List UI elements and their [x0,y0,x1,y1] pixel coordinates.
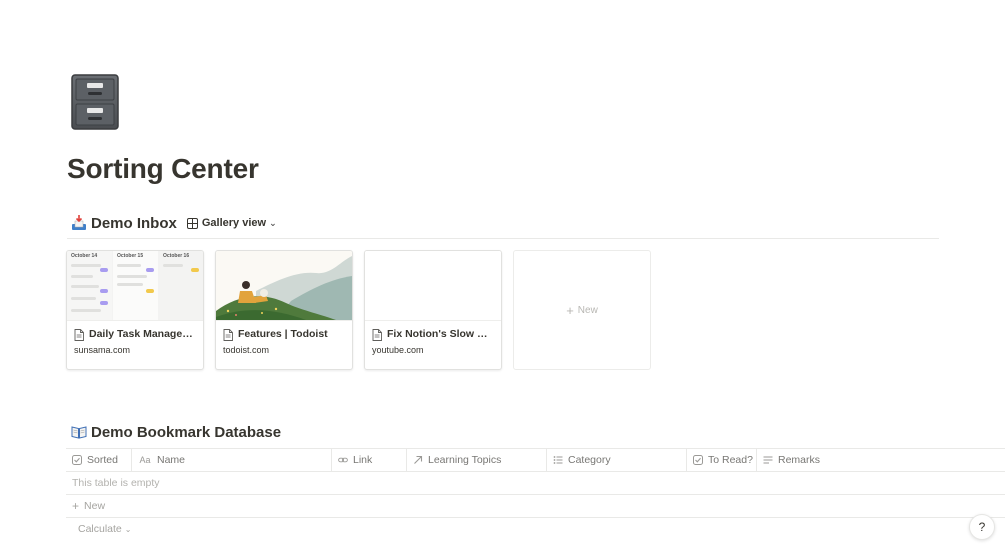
open-book-icon [71,424,87,440]
column-header-learning-topics[interactable]: Learning Topics [407,449,547,471]
gallery-card[interactable]: Fix Notion's Slow Sea... youtube.com [364,250,502,370]
help-button[interactable]: ? [969,514,995,540]
inbox-gallery: October 14 October 15 October 16 Daily T… [66,250,651,370]
cover-day-label: October 15 [117,253,144,259]
column-label: Name [157,454,186,466]
sunsama-calendar-cover: October 14 October 15 October 16 [67,251,203,321]
new-row-button[interactable]: + New [66,495,1005,518]
card-title: Fix Notion's Slow Sea... [387,328,494,340]
column-header-remarks[interactable]: Remarks [757,449,1005,471]
plus-icon: + [72,499,80,513]
column-header-name[interactable]: Aa Name [132,449,332,471]
bookmark-db-header: Demo Bookmark Database [71,421,281,443]
page-icon [223,328,233,341]
bookmark-db-title[interactable]: Demo Bookmark Database [91,424,281,441]
cover-day-label: October 14 [71,253,98,259]
inbox-divider [67,238,939,239]
column-label: Sorted [87,454,118,466]
card-url: youtube.com [372,345,424,355]
page-title[interactable]: Sorting Center [67,153,259,185]
page-icon [372,328,382,341]
inbox-tray-icon [71,215,87,231]
bookmark-table: Sorted Aa Name Link Learning Topics Cate… [66,448,1005,540]
column-header-category[interactable]: Category [547,449,687,471]
column-label: Link [353,454,373,466]
column-header-sorted[interactable]: Sorted [66,449,132,471]
column-header-to-read[interactable]: To Read? [687,449,757,471]
cover-day-label: October 16 [163,253,190,259]
file-cabinet-icon[interactable] [70,73,122,131]
card-title: Daily Task Manager &... [89,328,196,340]
gallery-view-label: Gallery view [201,217,267,229]
new-row-label: New [84,500,106,512]
chevron-down-icon: ⌄ [269,217,277,228]
card-url: sunsama.com [74,345,131,355]
card-url: todoist.com [223,345,270,355]
inbox-title[interactable]: Demo Inbox [91,215,177,232]
empty-table-message: This table is empty [66,472,1005,495]
new-card-label: New [577,304,598,316]
gallery-card[interactable]: Features | Todoist todoist.com [215,250,353,370]
column-header-link[interactable]: Link [332,449,407,471]
column-label: Remarks [778,454,821,466]
table-header-row: Sorted Aa Name Link Learning Topics Cate… [66,449,1005,472]
blank-cover [365,251,501,321]
calculate-button[interactable]: Calculate ⌄ [66,518,1005,540]
gallery-view-icon [186,217,198,229]
chevron-down-icon: ⌄ [124,524,132,534]
text-icon: Aa [139,455,151,465]
new-card-button[interactable]: + New [513,250,651,370]
gallery-view-switcher[interactable]: Gallery view ⌄ [186,217,277,229]
column-label: Learning Topics [428,454,502,466]
checkbox-icon [72,455,82,465]
plus-icon: + [566,302,574,318]
relation-arrow-icon [413,455,423,465]
column-label: Category [568,454,611,466]
page-icon [74,328,84,341]
checkbox-icon [693,455,703,465]
list-icon [553,455,563,465]
card-title: Features | Todoist [238,328,328,340]
link-icon [338,455,348,465]
inbox-header: Demo Inbox Gallery view ⌄ [71,212,277,234]
column-label: To Read? [708,454,753,466]
gallery-card[interactable]: October 14 October 15 October 16 Daily T… [66,250,204,370]
calculate-label: Calculate [78,523,122,535]
todoist-illustration-cover [216,251,352,321]
paragraph-icon [763,455,773,465]
